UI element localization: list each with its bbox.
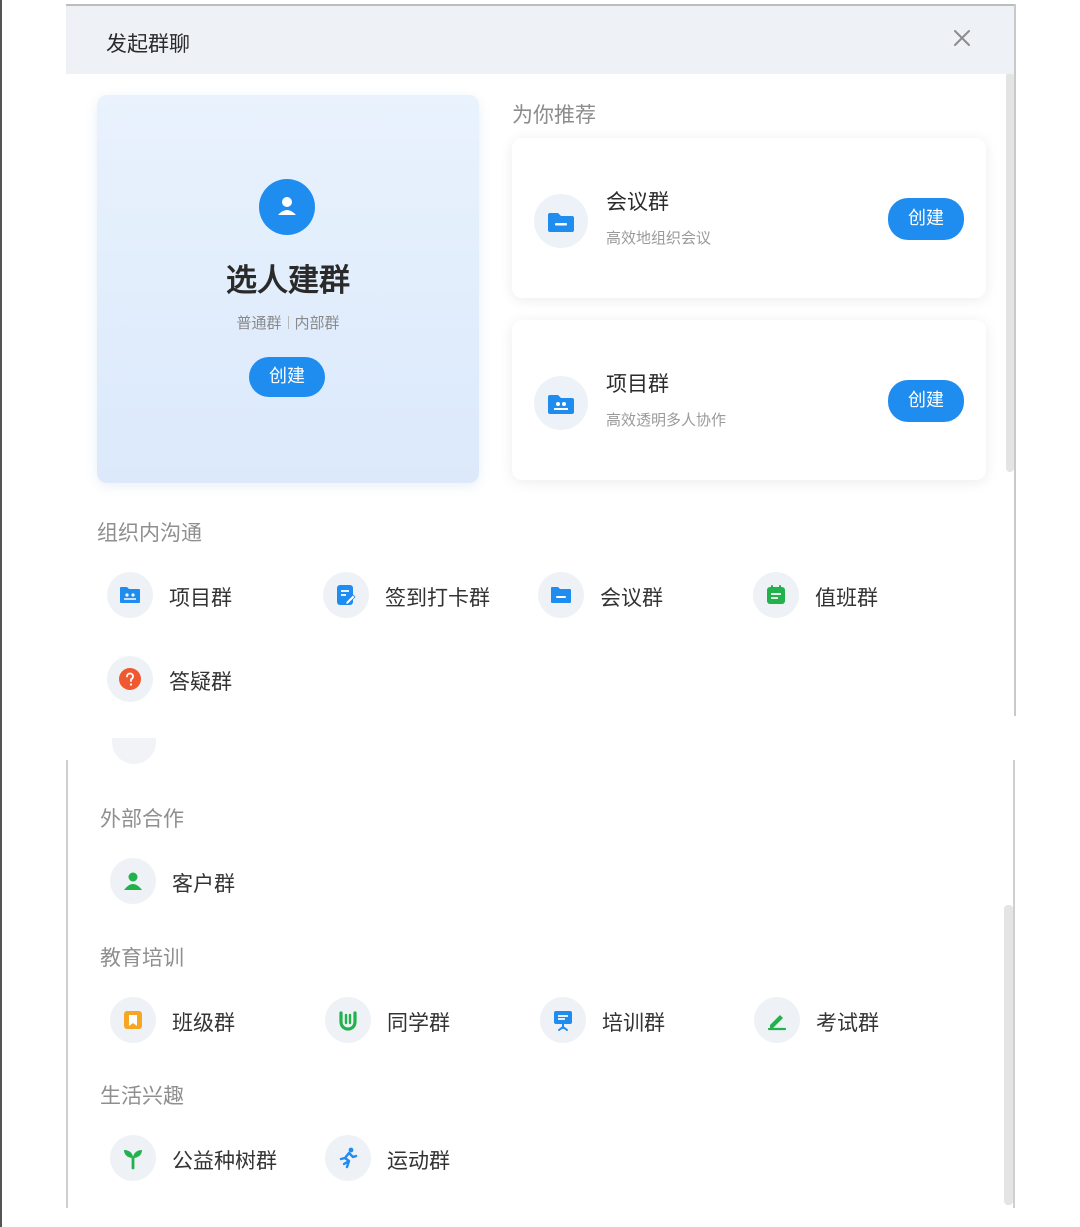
group-item-label: 客户群 [172, 872, 235, 896]
section-title-life: 生活兴趣 [100, 1084, 184, 1108]
frame-border [1013, 760, 1015, 1208]
book-icon [110, 997, 156, 1043]
pencil-icon [754, 997, 800, 1043]
runner-icon [325, 1135, 371, 1181]
partial-icon [112, 738, 156, 764]
scrollbar[interactable] [1004, 905, 1013, 1205]
team-folder-icon [534, 376, 588, 430]
folder-icon [538, 572, 584, 618]
close-icon[interactable] [948, 24, 976, 52]
group-item-label: 班级群 [172, 1011, 235, 1035]
group-item-label: 运动群 [387, 1149, 450, 1173]
group-item-label: 考试群 [816, 1011, 879, 1035]
create-button[interactable]: 创建 [249, 357, 325, 397]
calendar-icon [753, 572, 799, 618]
create-button[interactable]: 创建 [888, 198, 964, 240]
recommend-name: 会议群 [606, 190, 669, 214]
recommend-card-project[interactable]: 项目群 高效透明多人协作 创建 [512, 320, 986, 480]
section-title-internal: 组织内沟通 [97, 521, 202, 545]
dialog-header: 发起群聊 [66, 6, 1014, 74]
easel-icon [540, 997, 586, 1043]
hand-icon [325, 997, 371, 1043]
recommend-label: 为你推荐 [512, 103, 596, 127]
recommend-name: 项目群 [606, 372, 669, 396]
folder-icon [534, 194, 588, 248]
sprout-icon [110, 1135, 156, 1181]
card-title: 选人建群 [226, 263, 350, 299]
recommend-card-meeting[interactable]: 会议群 高效地组织会议 创建 [512, 138, 986, 298]
select-people-card[interactable]: 选人建群 普通群 内部群 创建 [97, 95, 479, 483]
group-item-label: 答疑群 [169, 670, 232, 694]
recommend-desc: 高效地组织会议 [606, 229, 712, 247]
group-item-label: 同学群 [387, 1011, 450, 1035]
person-icon [110, 858, 156, 904]
scrollbar[interactable] [1006, 72, 1014, 472]
section-title-education: 教育培训 [100, 946, 184, 970]
sub-normal-group: 普通群 [236, 314, 282, 332]
group-item-label: 公益种树群 [172, 1149, 277, 1173]
group-item-label: 项目群 [169, 586, 232, 610]
question-icon [107, 656, 153, 702]
sub-internal-group: 内部群 [294, 314, 340, 332]
group-item-label: 值班群 [815, 586, 878, 610]
divider [287, 316, 289, 329]
group-item-label: 签到打卡群 [385, 586, 490, 610]
window-edge [0, 0, 2, 1227]
user-icon [259, 179, 315, 235]
create-button[interactable]: 创建 [888, 380, 964, 422]
dialog-title: 发起群聊 [106, 32, 190, 56]
group-item-label: 会议群 [600, 586, 663, 610]
frame-border [1014, 4, 1016, 716]
card-subtitle: 普通群 内部群 [97, 312, 479, 333]
team-folder-icon [107, 572, 153, 618]
section-title-external: 外部合作 [100, 807, 184, 831]
checkin-icon [323, 572, 369, 618]
recommend-desc: 高效透明多人协作 [606, 411, 727, 429]
frame-border [66, 760, 68, 1208]
group-item-label: 培训群 [602, 1011, 665, 1035]
